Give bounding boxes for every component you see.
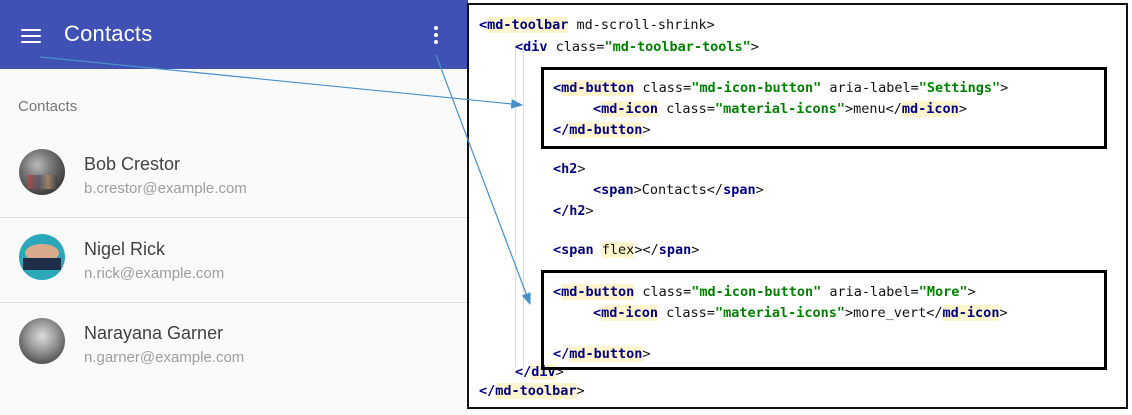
list-item[interactable]: Nigel Rick n.rick@example.com bbox=[0, 219, 468, 303]
contact-name: Narayana Garner bbox=[84, 323, 224, 343]
contact-email: n.garner@example.com bbox=[84, 349, 245, 366]
menu-icon[interactable] bbox=[20, 24, 44, 46]
avatar bbox=[19, 234, 65, 280]
more-vert-icon[interactable] bbox=[428, 24, 444, 48]
contact-name: Bob Crestor bbox=[84, 154, 181, 174]
code-line: <span>Contacts</span> bbox=[593, 182, 764, 198]
code-line: <div class="md-toolbar-tools"> bbox=[515, 39, 759, 55]
contact-email: b.crestor@example.com bbox=[84, 180, 247, 197]
code-line: </md-toolbar> bbox=[479, 383, 585, 399]
contacts-app: Contacts Contacts Bob Crestor b.crestor@… bbox=[0, 0, 468, 415]
list-item[interactable]: Bob Crestor b.crestor@example.com bbox=[0, 134, 468, 218]
avatar bbox=[19, 318, 65, 364]
code-panel: <md-toolbar md-scroll-shrink> <div class… bbox=[467, 3, 1128, 409]
toolbar-title: Contacts bbox=[64, 21, 153, 46]
highlight-box-more bbox=[541, 270, 1107, 370]
list-subheader: Contacts bbox=[18, 98, 78, 115]
contact-name: Nigel Rick bbox=[84, 239, 166, 259]
code-block: <md-toolbar md-scroll-shrink> <div class… bbox=[469, 5, 1008, 399]
indent-guide bbox=[515, 45, 516, 367]
toolbar: Contacts bbox=[0, 0, 468, 69]
list-item[interactable]: Narayana Garner n.garner@example.com bbox=[0, 303, 468, 387]
contact-email: n.rick@example.com bbox=[84, 265, 225, 282]
code-line: <h2> bbox=[553, 161, 586, 177]
code-line: </h2> bbox=[553, 203, 594, 219]
highlight-box-settings bbox=[541, 67, 1107, 149]
indent-guide bbox=[523, 45, 524, 367]
code-line: <md-toolbar md-scroll-shrink> bbox=[479, 17, 715, 33]
avatar bbox=[19, 149, 65, 195]
divider bbox=[0, 217, 468, 218]
code-line: <span flex></span> bbox=[553, 242, 700, 258]
